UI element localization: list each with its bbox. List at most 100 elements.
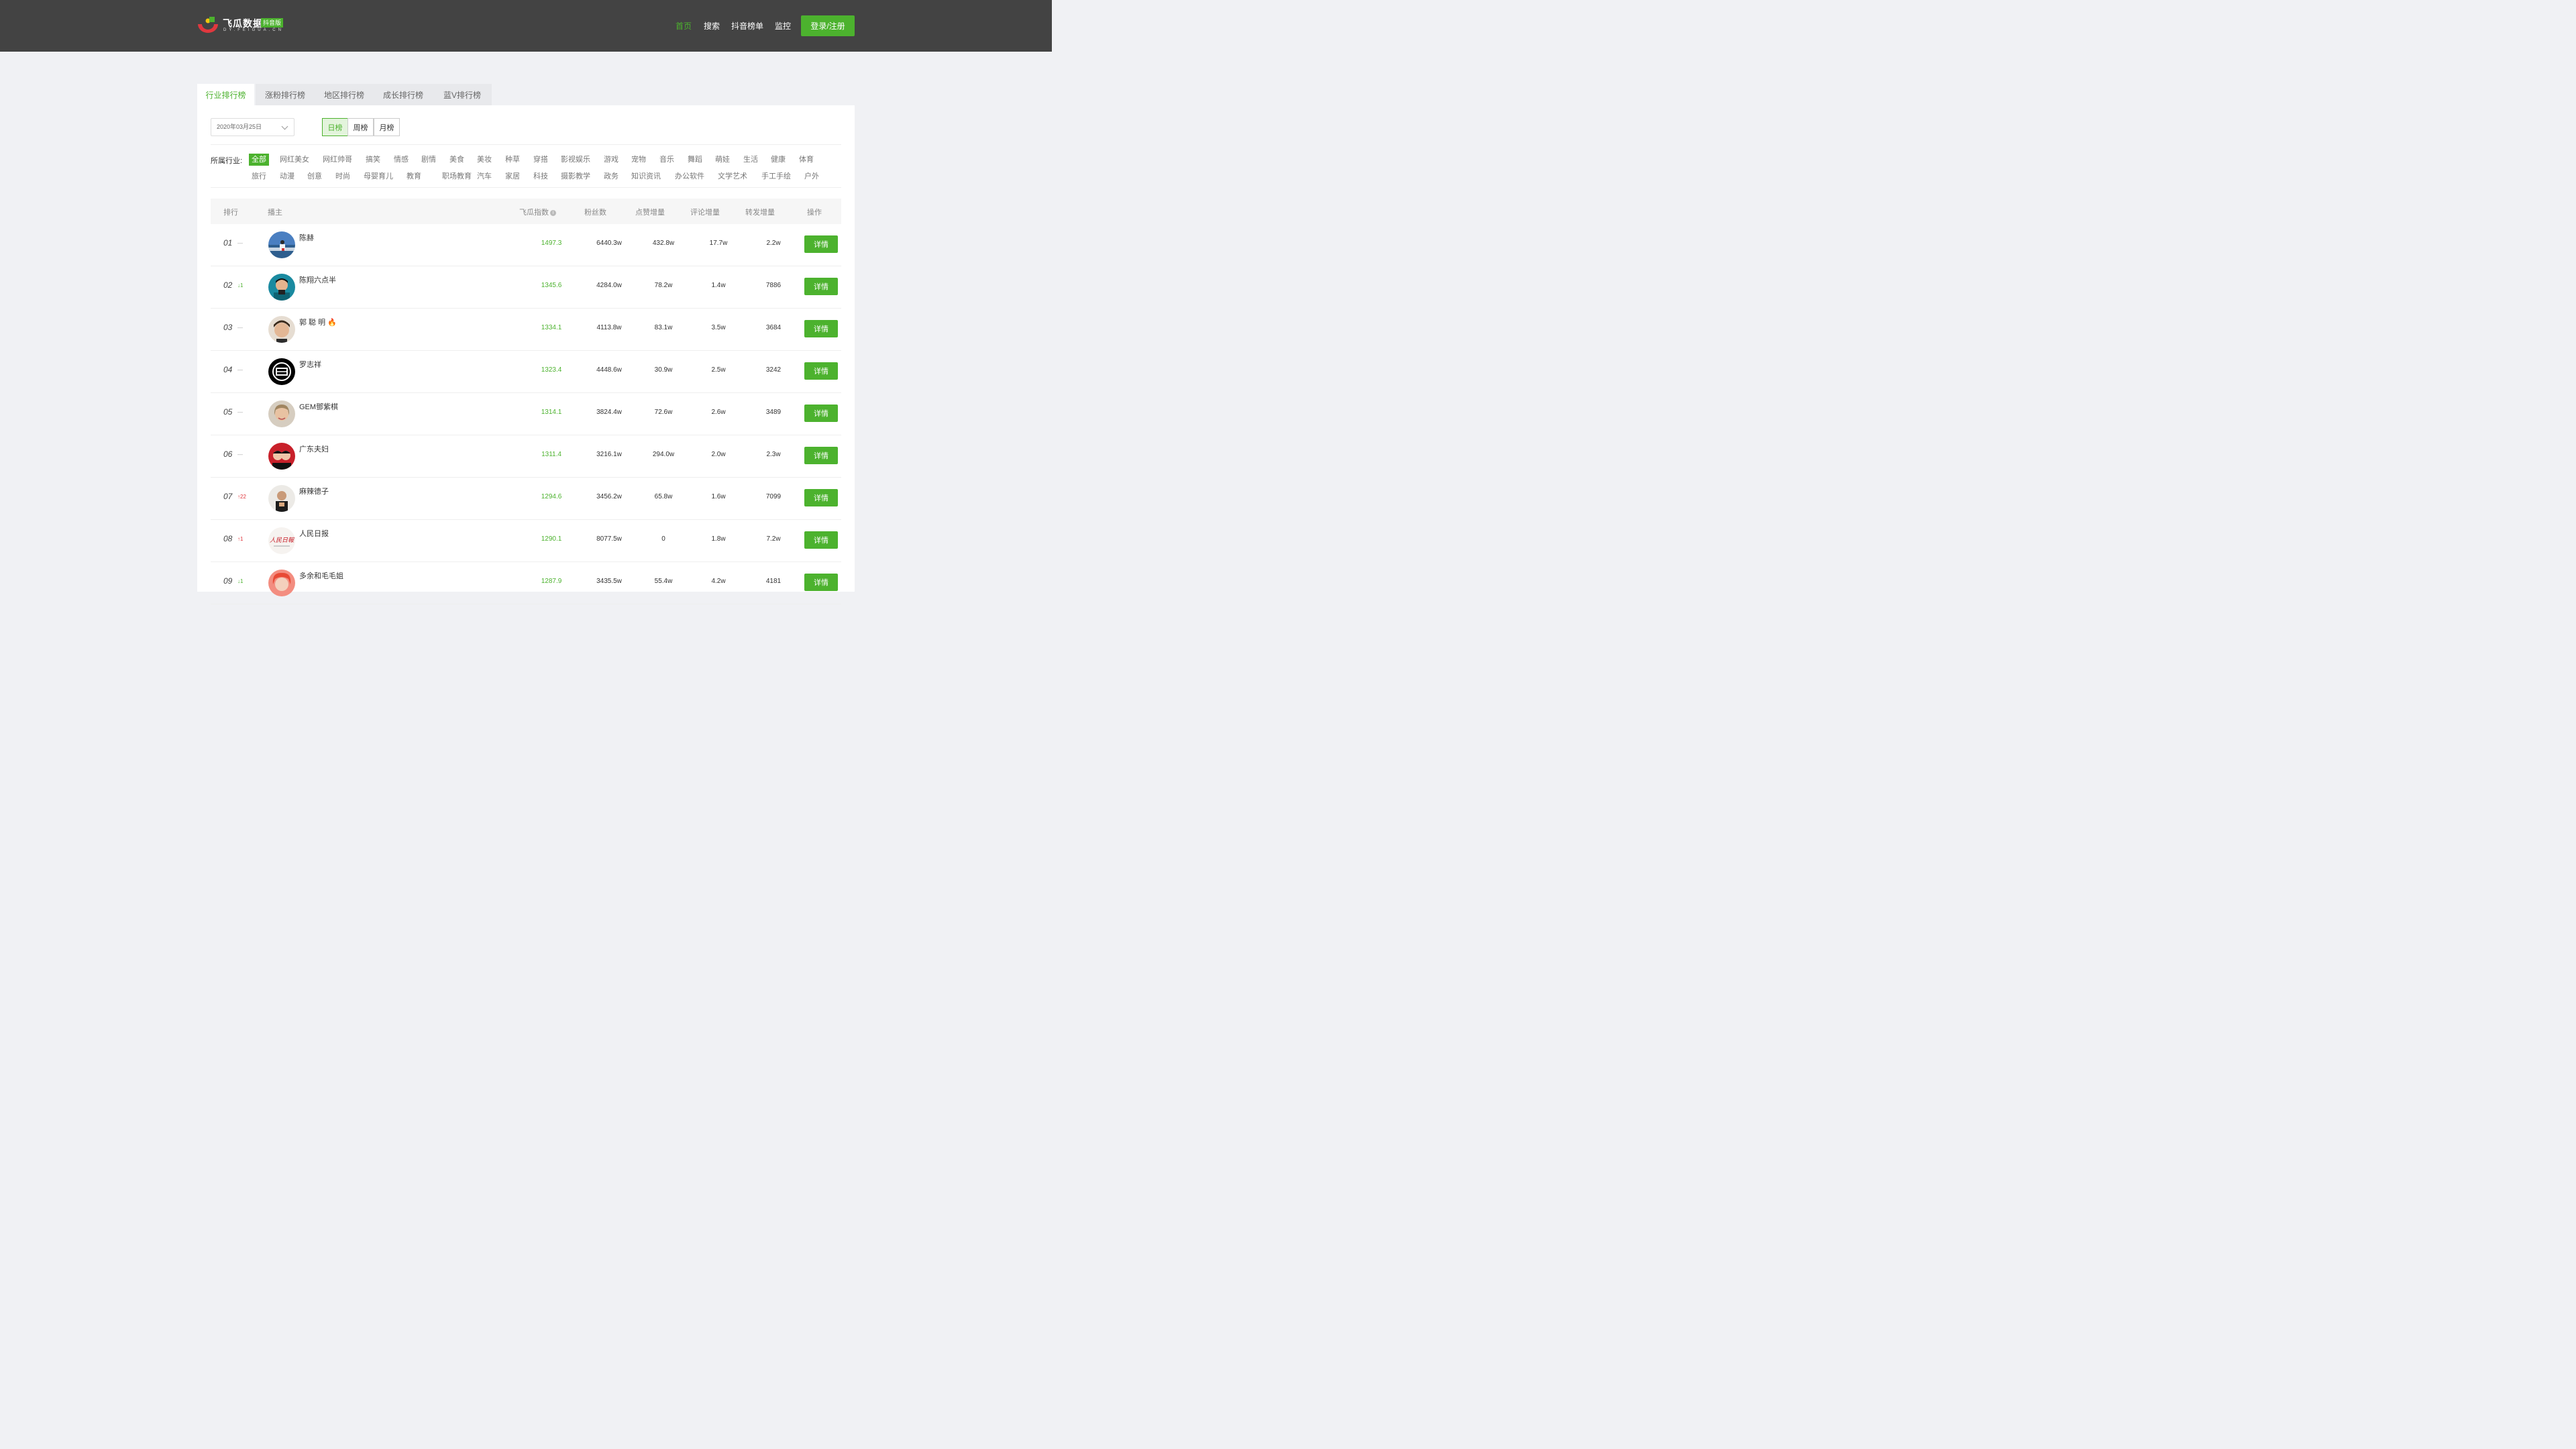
tab-bluev-ranking[interactable]: 蓝V排行榜 (433, 84, 492, 105)
likes-increase: 78.2w (654, 282, 673, 289)
industry-filter[interactable]: 音乐 (659, 154, 674, 165)
industry-filter[interactable]: 家居 (505, 171, 520, 182)
period-weekly[interactable]: 周榜 (347, 118, 374, 136)
industry-filter[interactable]: 影视娱乐 (561, 154, 590, 165)
avatar[interactable] (268, 358, 295, 385)
industry-filter[interactable]: 健康 (771, 154, 786, 165)
anchor-name[interactable]: 陈翔六点半 (299, 274, 336, 285)
anchor-name[interactable]: 麻辣德子 (299, 486, 329, 496)
industry-filter[interactable]: 母婴育儿 (364, 171, 393, 182)
industry-filter[interactable]: 政务 (604, 171, 619, 182)
tab-growth-ranking[interactable]: 成长排行榜 (374, 84, 433, 105)
industry-filter[interactable]: 生活 (743, 154, 758, 165)
industry-filter[interactable]: 网红帅哥 (323, 154, 352, 165)
avatar[interactable] (268, 400, 295, 427)
industry-filter[interactable]: 知识资讯 (631, 171, 661, 182)
anchor-name[interactable]: GEM鄧紫棋 (299, 401, 338, 412)
industry-filter[interactable]: 剧情 (421, 154, 436, 165)
period-monthly[interactable]: 月榜 (374, 118, 400, 136)
rank-change: ↑22 (237, 494, 246, 500)
fans-count: 4284.0w (596, 282, 622, 289)
detail-button[interactable]: 详情 (804, 574, 838, 591)
avatar[interactable] (268, 570, 295, 596)
svg-text:人民日報: 人民日報 (270, 537, 294, 544)
avatar[interactable]: 人民日報 (268, 527, 295, 554)
likes-increase: 432.8w (652, 239, 675, 247)
login-register-button[interactable]: 登录/注册 (801, 15, 855, 36)
period-daily[interactable]: 日榜 (322, 118, 348, 136)
detail-button[interactable]: 详情 (804, 235, 838, 253)
industry-filter[interactable]: 体育 (799, 154, 814, 165)
anchor-name[interactable]: 罗志祥 (299, 359, 321, 370)
tab-fans-growth-ranking[interactable]: 涨粉排行榜 (256, 84, 315, 105)
industry-filter[interactable]: 情感 (394, 154, 409, 165)
header-fans: 粉丝数 (584, 209, 606, 217)
industry-filter[interactable]: 搞笑 (366, 154, 380, 165)
industry-filter[interactable]: 创意 (307, 171, 322, 182)
nav-monitor[interactable]: 监控 (775, 20, 791, 31)
industry-filter[interactable]: 动漫 (280, 171, 294, 182)
comments-increase: 2.0w (711, 451, 726, 458)
rank-number: 08 (223, 534, 233, 543)
detail-button[interactable]: 详情 (804, 320, 838, 337)
likes-increase: 72.6w (654, 409, 673, 416)
industry-filter[interactable]: 职场教育 (442, 171, 472, 182)
industry-filter[interactable]: 穿搭 (533, 154, 548, 165)
industry-filter[interactable]: 网红美女 (280, 154, 309, 165)
nav-douyin-rankings[interactable]: 抖音榜单 (731, 20, 763, 31)
rank-change: — (237, 240, 243, 246)
industry-filter[interactable]: 办公软件 (675, 171, 704, 182)
info-icon[interactable]: i (550, 210, 556, 216)
industry-filter[interactable]: 旅行 (252, 171, 266, 182)
anchor-name[interactable]: 郭 聪 明 🔥 (299, 317, 337, 327)
top-header: 飞瓜数据 抖音版 DY.FEIGUA.CN 首页 搜索 抖音榜单 监控 登录/注… (0, 0, 1052, 52)
detail-button[interactable]: 详情 (804, 447, 838, 464)
anchor-name[interactable]: 人民日报 (299, 528, 329, 539)
nav-search[interactable]: 搜索 (704, 20, 720, 31)
avatar[interactable] (268, 485, 295, 512)
industry-filter[interactable]: 美妆 (477, 154, 492, 165)
table-row: 08 ↑1 人民日報 人民日报 1290.1 8077.5w 0 1.8w 7.2w 详情 (211, 520, 841, 562)
anchor-name[interactable]: 广东夫妇 (299, 443, 329, 454)
anchor-name[interactable]: 陈赫 (299, 232, 314, 243)
industry-filter[interactable]: 美食 (449, 154, 464, 165)
fans-count: 3435.5w (596, 578, 622, 585)
industry-filter[interactable]: 手工手绘 (761, 171, 791, 182)
detail-button[interactable]: 详情 (804, 489, 838, 506)
industry-filter[interactable]: 文学艺术 (718, 171, 747, 182)
avatar[interactable] (268, 316, 295, 343)
header-feigua-index-label: 飞瓜指数 (519, 209, 549, 217)
detail-button[interactable]: 详情 (804, 278, 838, 295)
fans-count: 4448.6w (596, 366, 622, 374)
date-select[interactable]: 2020年03月25日 (211, 118, 294, 136)
tab-region-ranking[interactable]: 地区排行榜 (315, 84, 374, 105)
avatar[interactable] (268, 231, 295, 258)
fans-count: 3216.1w (596, 451, 622, 458)
feigua-index-value: 1345.6 (541, 282, 562, 289)
industry-filter[interactable]: 汽车 (477, 171, 492, 182)
industry-filter[interactable]: 户外 (804, 171, 819, 182)
nav-home[interactable]: 首页 (676, 20, 692, 31)
avatar[interactable] (268, 443, 295, 470)
fans-count: 3456.2w (596, 493, 622, 500)
industry-filter[interactable]: 教育 (407, 171, 421, 182)
site-logo[interactable]: 飞瓜数据 抖音版 DY.FEIGUA.CN (197, 16, 290, 36)
industry-filter[interactable]: 时尚 (335, 171, 350, 182)
detail-button[interactable]: 详情 (804, 362, 838, 380)
detail-button[interactable]: 详情 (804, 531, 838, 549)
industry-filter[interactable]: 摄影教学 (561, 171, 590, 182)
anchor-name[interactable]: 多余和毛毛姐 (299, 570, 343, 581)
industry-filter[interactable]: 宠物 (631, 154, 646, 165)
industry-filter[interactable]: 科技 (533, 171, 548, 182)
industry-filter[interactable]: 萌娃 (715, 154, 730, 165)
industry-filter[interactable]: 游戏 (604, 154, 619, 165)
table-row: 04 — 罗志祥 1323.4 4448.6w 30.9w 2.5w 3242 详情 (211, 351, 841, 393)
rank-number: 06 (223, 449, 233, 459)
detail-button[interactable]: 详情 (804, 405, 838, 422)
likes-increase: 0 (661, 535, 665, 543)
industry-filter[interactable]: 舞蹈 (688, 154, 702, 165)
industry-filter[interactable]: 种草 (505, 154, 520, 165)
avatar[interactable] (268, 274, 295, 301)
tab-industry-ranking[interactable]: 行业排行榜 (197, 84, 254, 105)
industry-filter[interactable]: 全部 (249, 154, 269, 166)
